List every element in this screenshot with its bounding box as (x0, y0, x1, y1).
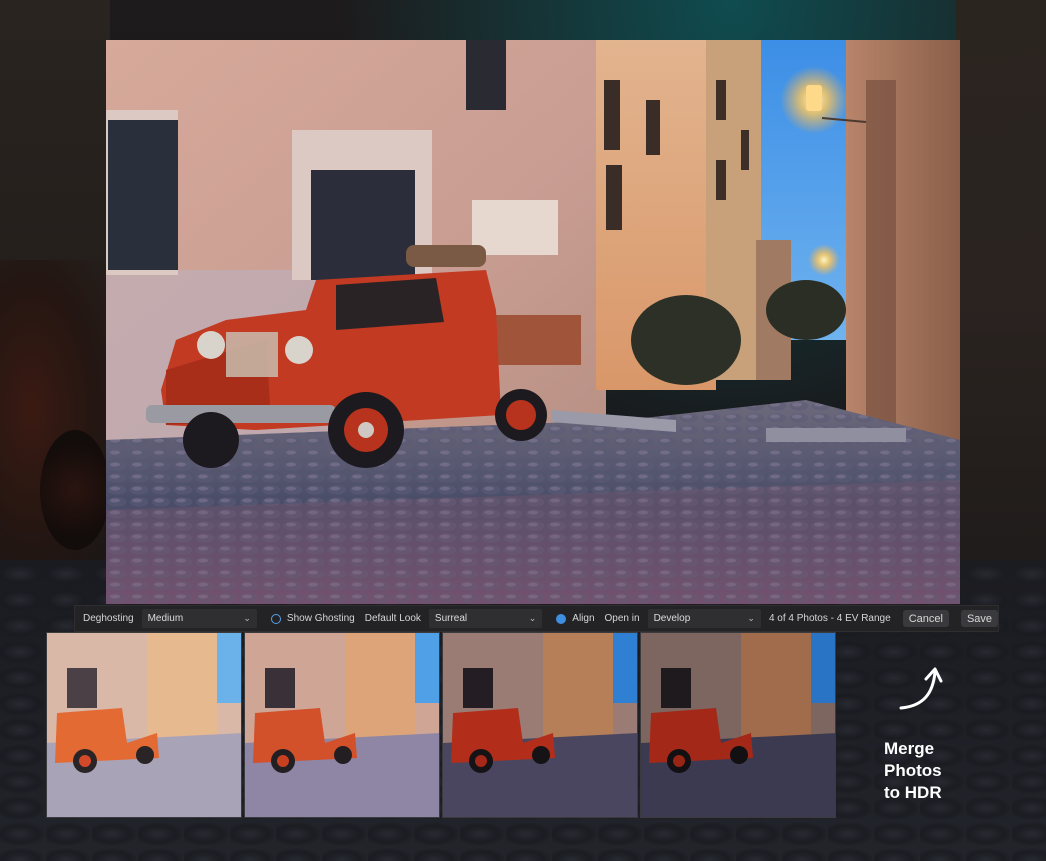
open-in-value: Develop (653, 613, 691, 624)
background-building-right (956, 0, 1046, 600)
align-toggle[interactable]: Align (556, 613, 595, 624)
default-look-label: Default Look (364, 613, 421, 624)
thumbnail-exposure-2[interactable] (244, 632, 440, 818)
callout-line-2: Photos (884, 761, 942, 780)
callout-line-3: to HDR (884, 783, 942, 802)
thumbnail-exposure-4[interactable] (640, 632, 836, 818)
background-wheel (40, 430, 110, 550)
show-ghosting-label: Show Ghosting (286, 613, 355, 624)
curved-arrow-up-icon (893, 664, 949, 719)
default-look-value: Surreal (434, 613, 468, 624)
save-button[interactable]: Save (960, 610, 999, 627)
default-look-select[interactable]: Surreal ⌄ (428, 609, 543, 628)
align-label: Align (572, 613, 595, 624)
callout-line-1: Merge (884, 739, 935, 758)
deghosting-select[interactable]: Medium ⌄ (141, 609, 257, 628)
exposure-thumbnails (46, 632, 836, 818)
merge-hdr-callout: Merge Photos to HDR (884, 738, 984, 804)
hdr-preview-image (106, 40, 960, 604)
photo-summary: 4 of 4 Photos - 4 EV Range (768, 613, 891, 624)
open-in-select[interactable]: Develop ⌄ (647, 609, 761, 628)
open-in-label: Open in (604, 613, 640, 624)
deghosting-value: Medium (147, 613, 184, 624)
chevron-down-icon: ⌄ (528, 613, 537, 623)
thumbnail-exposure-1[interactable] (46, 632, 242, 818)
show-ghosting-toggle[interactable]: Show Ghosting (270, 613, 355, 624)
chevron-down-icon: ⌄ (747, 613, 755, 623)
chevron-down-icon: ⌄ (243, 613, 251, 623)
show-ghosting-radio[interactable] (270, 613, 281, 624)
merge-toolbar: Deghosting Medium ⌄ Show Ghosting Defaul… (74, 605, 999, 632)
align-radio[interactable] (556, 613, 567, 624)
thumbnail-exposure-3[interactable] (442, 632, 638, 818)
deghosting-label: Deghosting (83, 613, 134, 624)
cancel-button[interactable]: Cancel (902, 610, 949, 627)
